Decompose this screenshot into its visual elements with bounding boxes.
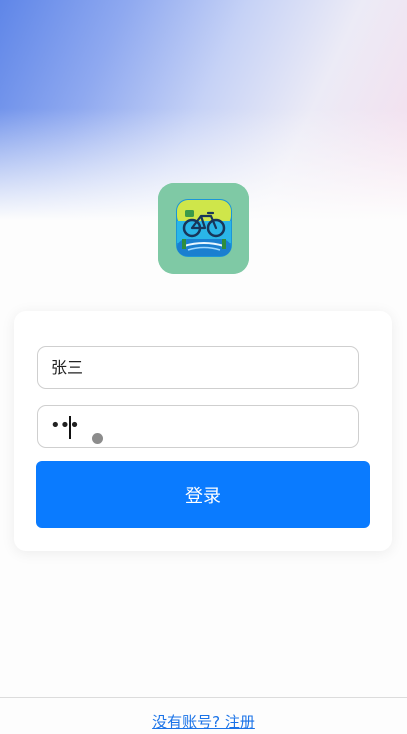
login-card: 张三 ••• 登录 — [14, 311, 392, 551]
footer-bar: 没有账号? 注册 — [0, 697, 407, 734]
touch-pointer-indicator — [92, 433, 103, 444]
password-input[interactable]: ••• — [37, 405, 359, 448]
username-input[interactable]: 张三 — [37, 346, 359, 389]
username-value: 张三 — [51, 358, 84, 377]
login-button[interactable]: 登录 — [36, 461, 370, 528]
text-caret — [69, 416, 71, 439]
register-link[interactable]: 没有账号? 注册 — [0, 711, 407, 732]
password-masked-value: ••• — [50, 415, 80, 436]
bicycle-app-logo-icon — [158, 183, 249, 274]
